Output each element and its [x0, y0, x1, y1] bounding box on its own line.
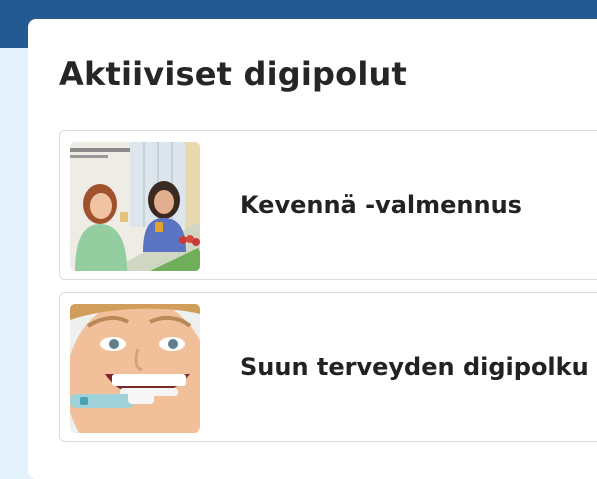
suun-terveys-thumbnail-image: [70, 304, 200, 433]
digipath-title: Suun terveyden digipolku: [240, 353, 589, 381]
page-title: Aktiiviset digipolut: [59, 55, 407, 93]
kevenna-thumbnail-image: [70, 142, 200, 271]
digipath-title: Kevennä -valmennus: [240, 191, 522, 219]
content-card: Aktiiviset digipolut Kevennä -valmennus …: [28, 19, 597, 479]
digipath-card-kevenna[interactable]: Kevennä -valmennus: [59, 130, 597, 280]
digipath-card-suun-terveys[interactable]: Suun terveyden digipolku: [59, 292, 597, 442]
